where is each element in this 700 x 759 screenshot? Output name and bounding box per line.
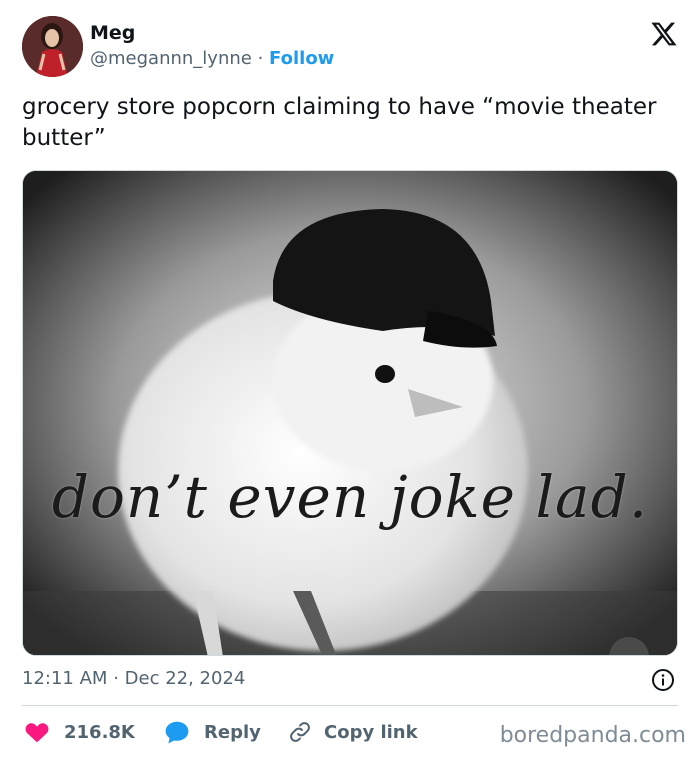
chick-photo: [23, 171, 677, 655]
like-button[interactable]: 216.8K: [24, 716, 135, 748]
copy-link-label: Copy link: [324, 721, 418, 743]
like-count: 216.8K: [64, 721, 135, 743]
speech-bubble-icon: [165, 721, 189, 744]
divider: [22, 705, 678, 706]
media-caption: don’t even joke lad.: [51, 463, 649, 531]
author-name[interactable]: Meg: [90, 22, 135, 44]
avatar[interactable]: [22, 16, 83, 77]
tweet-media[interactable]: don’t even joke lad.: [22, 170, 678, 656]
heart-icon: [25, 723, 49, 743]
tweet-date: Dec 22, 2024: [124, 668, 246, 689]
reply-label: Reply: [204, 721, 261, 743]
tweet-timestamp[interactable]: 12:11 AM · Dec 22, 2024: [22, 668, 245, 689]
tweet-text: grocery store popcorn claiming to have “…: [22, 94, 657, 151]
link-icon: [290, 722, 310, 742]
copy-link-button[interactable]: Copy link: [288, 716, 418, 748]
handle-separator: ·: [257, 48, 264, 69]
author-handle[interactable]: @megannn_lynne: [90, 48, 252, 69]
watermark: boredpanda.com: [499, 723, 686, 748]
author-handle-row: @megannn_lynne · Follow: [90, 48, 334, 69]
time-separator: ·: [113, 668, 119, 689]
tweet-time: 12:11 AM: [22, 668, 108, 689]
follow-button[interactable]: Follow: [269, 48, 334, 69]
tweet-header: Meg @megannn_lynne · Follow: [22, 16, 682, 78]
info-icon[interactable]: [651, 668, 675, 692]
x-logo-icon[interactable]: [650, 20, 678, 48]
reply-button[interactable]: Reply: [164, 716, 261, 748]
